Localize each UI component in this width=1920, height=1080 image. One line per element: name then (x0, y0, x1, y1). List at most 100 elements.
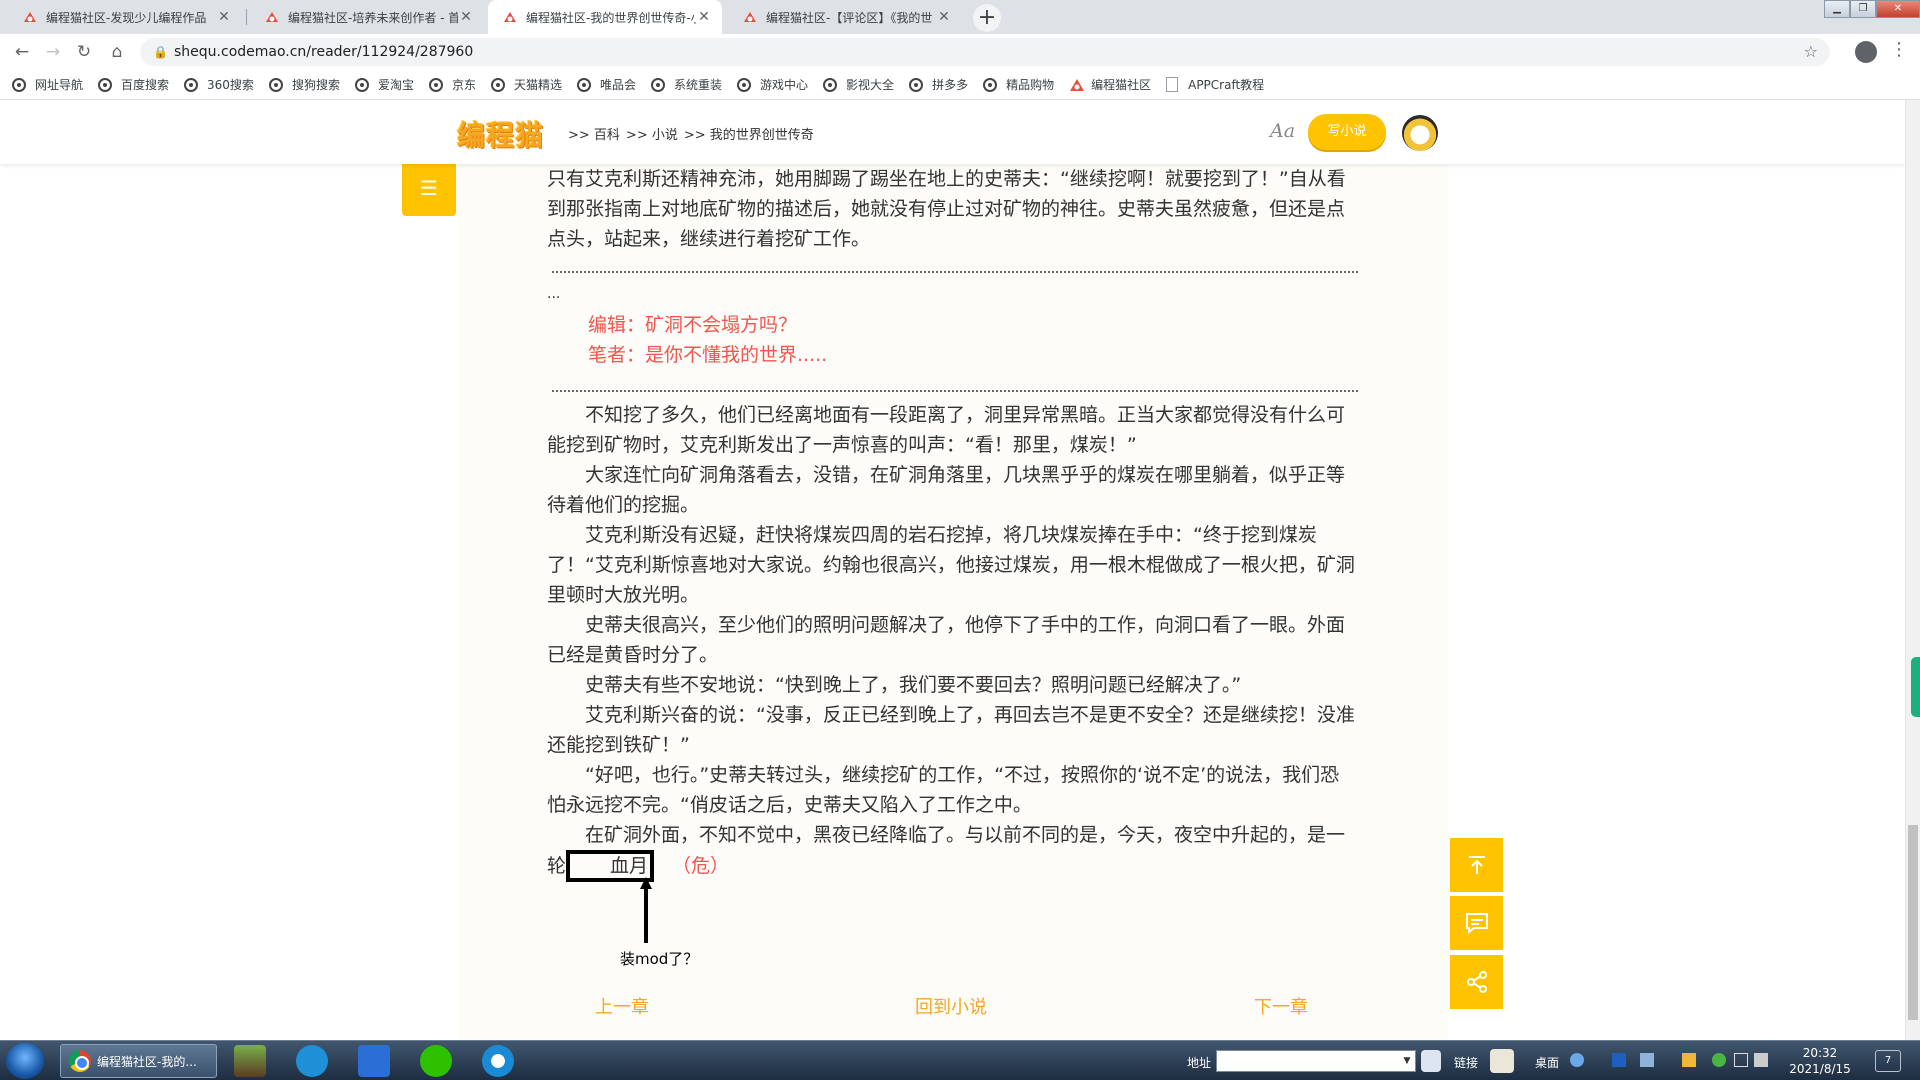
menu-dots-icon[interactable]: ⋮ (1890, 39, 1908, 60)
share-button[interactable] (1450, 955, 1503, 1009)
tab-2[interactable]: 编程猫社区-培养未来创作者 - 首 ✕ (250, 0, 484, 34)
bookmark-star-icon[interactable]: ☆ (1804, 38, 1818, 66)
table-of-contents-button[interactable]: ☰ (402, 160, 456, 216)
chevron-down-icon[interactable]: ▼ (1399, 1051, 1415, 1071)
reload-icon[interactable]: ↻ (71, 39, 97, 65)
prev-chapter-link[interactable]: 上一章 (595, 993, 649, 1019)
tab-close-icon[interactable]: ✕ (458, 9, 474, 25)
paragraph: 艾克利斯兴奋的说：“没事，反正已经到晚上了，再回去岂不是更不安全？还是继续挖！没… (547, 704, 1355, 756)
dotted-divider (552, 390, 1358, 392)
bookmark-item[interactable]: 搜狗搜索 (268, 76, 340, 93)
system-clock[interactable]: 20:32 2021/8/15 (1785, 1045, 1855, 1077)
bookmark-item[interactable]: 百度搜索 (98, 76, 169, 93)
back-arrow-icon[interactable]: ← (9, 39, 35, 65)
globe-icon (98, 77, 113, 92)
back-to-novel-link[interactable]: 回到小说 (915, 993, 987, 1019)
volume-muted-icon[interactable] (1754, 1053, 1768, 1067)
input-method-icon[interactable] (1612, 1053, 1626, 1067)
home-icon[interactable]: ⌂ (104, 39, 130, 65)
tab-close-icon[interactable]: ✕ (696, 9, 712, 25)
tab-1[interactable]: 编程猫社区-发现少儿编程作品 ✕ (8, 0, 242, 34)
annotation-text: 装mod了？ (620, 950, 699, 968)
tray-app-icon[interactable] (1712, 1053, 1726, 1067)
tab-3-active[interactable]: 编程猫社区-我的世界创世传奇-小 ✕ (488, 0, 722, 34)
bookmark-item[interactable]: 游戏中心 (737, 76, 808, 93)
globe-icon (490, 77, 505, 92)
wps-writer-icon[interactable] (358, 1045, 390, 1077)
page-icon (1166, 77, 1179, 92)
bookmark-item[interactable]: 影视大全 (823, 76, 894, 93)
bookmark-item[interactable]: 编程猫社区 (1069, 76, 1151, 93)
tab-4[interactable]: 编程猫社区-【评论区】《我的世 ✕ (728, 0, 962, 34)
bookmark-label: 编程猫社区 (1091, 78, 1152, 92)
user-avatar[interactable] (1402, 115, 1438, 151)
globe-icon (577, 77, 591, 92)
pen-note-icon[interactable] (1490, 1049, 1514, 1073)
breadcrumb-item-wiki[interactable]: >> 百科 (568, 124, 620, 143)
window-controls: ▁ ❐ ✕ (1824, 0, 1920, 18)
font-size-toggle[interactable]: Aa (1270, 120, 1295, 142)
taskbar-address-input[interactable]: ▼ (1216, 1050, 1416, 1072)
bookmark-item[interactable]: 系统重装 (651, 76, 722, 93)
close-window-button[interactable]: ✕ (1876, 0, 1920, 18)
breadcrumb-item-novel[interactable]: >> 小说 (626, 124, 678, 143)
network-status-icon[interactable] (1570, 1053, 1584, 1067)
security-shield-icon[interactable] (1682, 1053, 1696, 1067)
flag-icon[interactable] (1734, 1053, 1748, 1067)
bookmark-item[interactable]: APPCraft教程 (1166, 76, 1264, 93)
breadcrumb-item-book[interactable]: >> 我的世界创世传奇 (684, 124, 814, 143)
bookmark-item[interactable]: 网址导航 (12, 76, 83, 93)
globe-icon (184, 77, 199, 92)
taskbar-chrome-window[interactable]: 编程猫社区-我的... (60, 1044, 217, 1078)
address-bar[interactable]: 🔒 shequ.codemao.cn/reader/112924/287960 … (140, 38, 1830, 66)
links-toolbar-label[interactable]: 链接 (1454, 1054, 1478, 1071)
forward-arrow-icon[interactable]: → (40, 39, 66, 65)
comment-button[interactable] (1450, 896, 1503, 950)
globe-icon (983, 77, 998, 92)
scrollbar-thumb[interactable] (1908, 825, 1918, 1020)
notification-center-icon[interactable]: 7 (1875, 1050, 1901, 1072)
bookmark-label: 京东 (451, 78, 476, 92)
wechat-icon[interactable] (420, 1045, 452, 1077)
clock-time: 20:32 (1802, 1046, 1838, 1060)
bookmark-label: 影视大全 (846, 78, 895, 92)
page-scrollbar[interactable] (1905, 100, 1920, 1040)
tab-separator (246, 9, 247, 25)
codemao-logo[interactable]: 编程猫 (457, 114, 544, 154)
tray-icon[interactable] (1640, 1053, 1654, 1067)
maximize-button[interactable]: ❐ (1850, 0, 1876, 18)
back-to-top-button[interactable] (1450, 838, 1503, 892)
bookmark-item[interactable]: 爱淘宝 (354, 76, 414, 93)
bookmark-item[interactable]: 唯品会 (577, 76, 636, 93)
bookmark-item[interactable]: 精品购物 (983, 76, 1054, 93)
globe-icon (909, 77, 924, 92)
globe-icon (268, 77, 283, 92)
tab-strip: 编程猫社区-发现少儿编程作品 ✕ 编程猫社区-培养未来创作者 - 首 ✕ 编程猫… (0, 0, 1920, 34)
tab-close-icon[interactable]: ✕ (216, 9, 232, 25)
paragraph-text: 在矿洞外面，不知不觉中，黑夜已经降临了。与以前不同的是，今天，夜空中升起的，是一… (547, 824, 1346, 877)
paragraph: 史蒂夫有些不安地说：“快到晚上了，我们要不要回去？照明问题已经解决了。” (585, 674, 1242, 696)
internet-explorer-icon[interactable] (482, 1045, 514, 1077)
bookmark-item[interactable]: 天猫精选 (490, 76, 562, 93)
next-chapter-link[interactable]: 下一章 (1254, 993, 1308, 1019)
side-float-tab[interactable] (1911, 657, 1920, 717)
profile-avatar-icon[interactable] (1855, 41, 1877, 63)
write-novel-button[interactable]: 写小说 (1308, 114, 1386, 150)
tab-close-icon[interactable]: ✕ (936, 9, 952, 25)
new-tab-button[interactable]: + (973, 4, 1001, 32)
bookmark-label: 精品购物 (1006, 78, 1055, 92)
bookmark-item[interactable]: 360搜索 (184, 76, 254, 93)
start-button-windows-icon[interactable] (6, 1043, 44, 1079)
minecraft-icon[interactable] (234, 1045, 266, 1077)
go-arrow-icon[interactable] (1421, 1050, 1441, 1072)
globe-icon (823, 77, 838, 92)
bookmark-item[interactable]: 京东 (428, 76, 476, 93)
bookmark-item[interactable]: 拼多多 (909, 76, 968, 93)
desktop-toolbar-label[interactable]: 桌面 (1535, 1054, 1559, 1071)
bookmark-label: 唯品会 (600, 78, 637, 92)
tab-title: 编程猫社区-【评论区】《我的世 (766, 10, 933, 25)
codemao-favicon-icon (504, 12, 516, 22)
feiq-icon[interactable] (296, 1045, 328, 1077)
minimize-button[interactable]: ▁ (1824, 0, 1850, 18)
globe-icon (354, 77, 369, 92)
